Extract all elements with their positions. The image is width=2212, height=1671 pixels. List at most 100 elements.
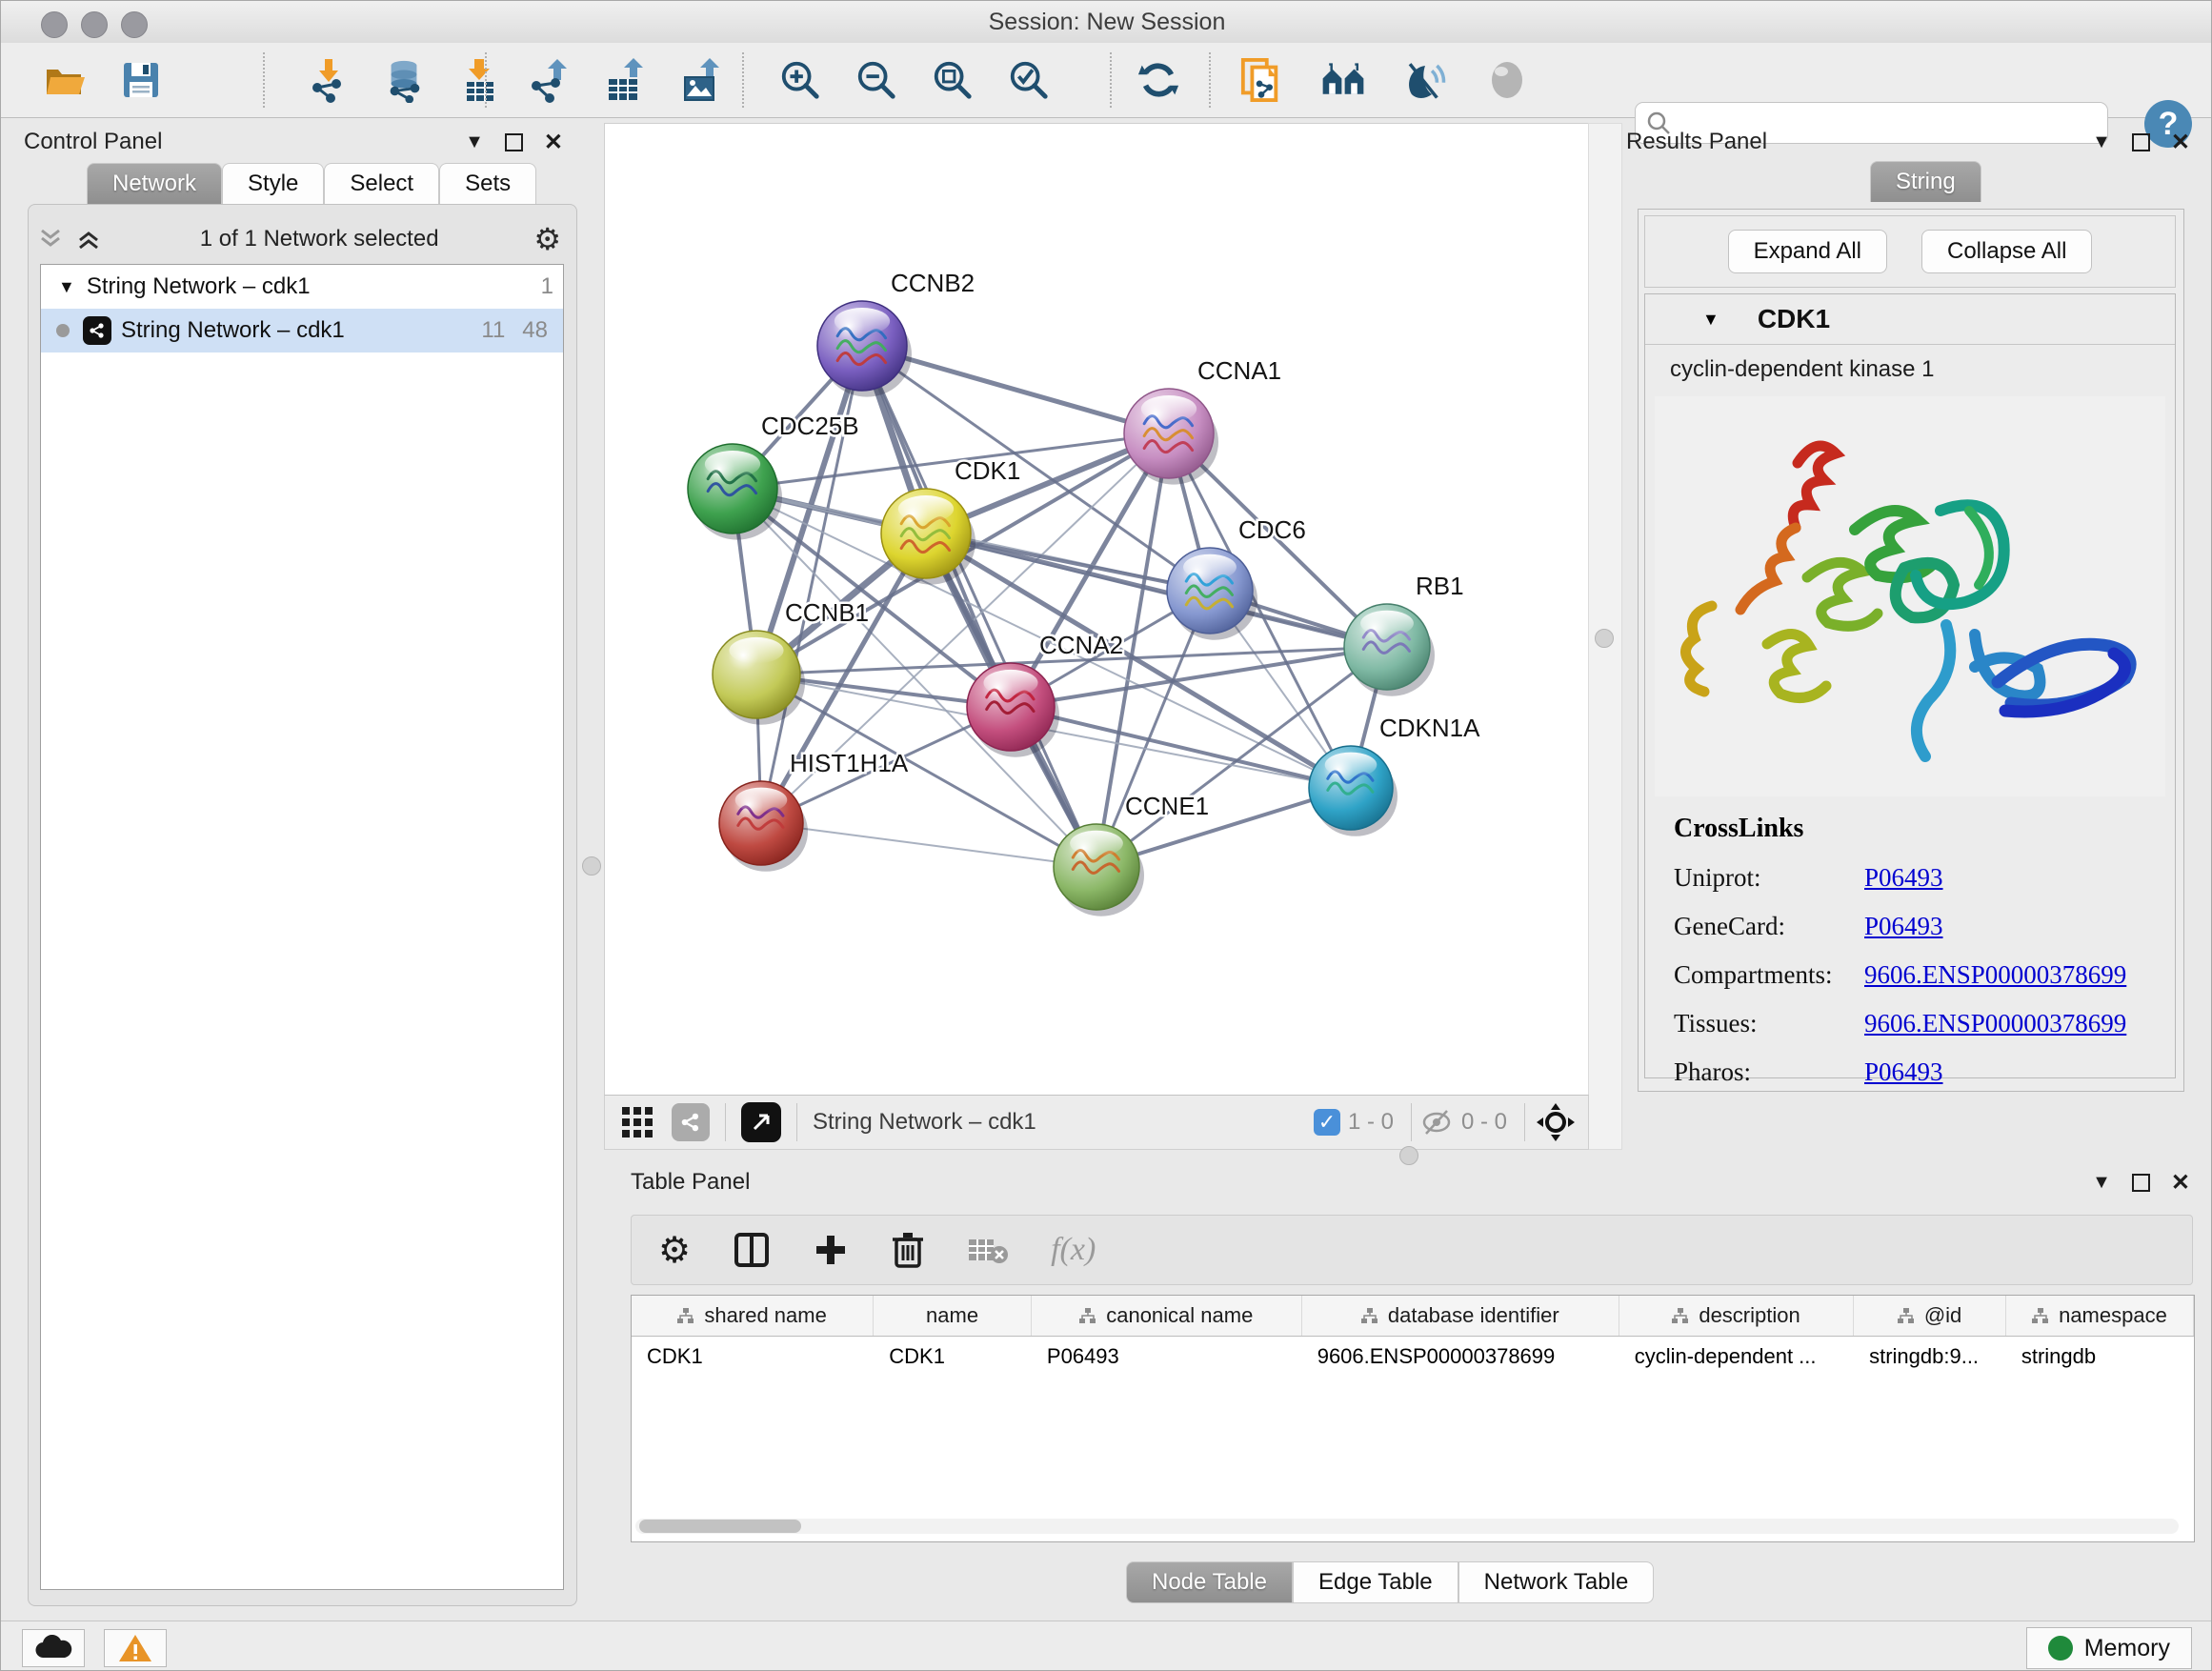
- network-node-CCNB1[interactable]: CCNB1: [713, 598, 869, 725]
- gene-expand-icon[interactable]: ▼: [1702, 310, 1719, 330]
- network-row-selected[interactable]: String Network – cdk1 11 48: [41, 309, 563, 352]
- network-node-CCNB2[interactable]: CCNB2: [817, 269, 975, 397]
- column-header-namespace[interactable]: namespace: [2006, 1296, 2194, 1336]
- collapse-all-icon[interactable]: [38, 227, 67, 252]
- selected-checkbox-icon[interactable]: ✓: [1314, 1109, 1340, 1136]
- crosslink-link[interactable]: P06493: [1864, 1057, 1943, 1087]
- crosslink-link[interactable]: P06493: [1864, 912, 1943, 941]
- network-edge[interactable]: [1011, 707, 1351, 788]
- table-panel-float-icon[interactable]: [2132, 1174, 2150, 1192]
- node-label: CDK1: [955, 456, 1020, 485]
- table-cell[interactable]: cyclin-dependent ...: [1619, 1337, 1854, 1377]
- open-session-button[interactable]: [43, 58, 87, 102]
- expand-all-icon[interactable]: [76, 227, 105, 252]
- warnings-button[interactable]: [104, 1629, 167, 1667]
- expand-all-button[interactable]: Expand All: [1728, 230, 1887, 273]
- splitter-handle[interactable]: [1595, 629, 1614, 648]
- table-panel: Table Panel ▼ ✕ ⚙: [604, 1161, 2212, 1617]
- table-cell[interactable]: stringdb: [2006, 1337, 2194, 1377]
- zoom-in-button[interactable]: [778, 58, 822, 102]
- network-node-CDK1[interactable]: CDK1: [881, 456, 1020, 585]
- open-in-window-icon[interactable]: [741, 1102, 781, 1142]
- crosslink-link[interactable]: P06493: [1864, 863, 1943, 893]
- tab-network-table[interactable]: Network Table: [1458, 1561, 1655, 1603]
- network-options-gear-icon[interactable]: ⚙: [533, 221, 561, 257]
- table-panel-menu-icon[interactable]: ▼: [2092, 1172, 2111, 1194]
- hide-selected-button[interactable]: [1403, 58, 1447, 102]
- delete-column-trash-icon[interactable]: [891, 1230, 925, 1270]
- add-column-icon[interactable]: [813, 1232, 849, 1268]
- vertical-splitter[interactable]: [1588, 123, 1622, 1150]
- table-hscrollbar[interactable]: [635, 1519, 2179, 1534]
- results-panel-close-icon[interactable]: ✕: [2171, 129, 2190, 156]
- network-collection-row[interactable]: ▼ String Network – cdk1 1: [41, 265, 563, 309]
- clone-network-button[interactable]: [1239, 58, 1283, 102]
- column-header--id[interactable]: @id: [1854, 1296, 2006, 1336]
- crosslink-link[interactable]: 9606.ENSP00000378699: [1864, 1009, 2126, 1038]
- column-header-canonical-name[interactable]: canonical name: [1032, 1296, 1302, 1336]
- control-panel-menu-icon[interactable]: ▼: [465, 131, 484, 153]
- zoom-out-button[interactable]: [855, 58, 898, 102]
- crosslink-link[interactable]: 9606.ENSP00000378699: [1864, 960, 2126, 990]
- save-session-button[interactable]: [119, 58, 163, 102]
- network-node-RB1[interactable]: RB1: [1344, 572, 1464, 696]
- table-panel-close-icon[interactable]: ✕: [2171, 1169, 2190, 1197]
- import-database-button[interactable]: [382, 58, 426, 102]
- zoom-fit-button[interactable]: [931, 58, 975, 102]
- tab-network[interactable]: Network: [87, 163, 222, 204]
- delete-table-icon[interactable]: [967, 1234, 1009, 1266]
- tab-select[interactable]: Select: [324, 163, 439, 204]
- network-view-share-icon[interactable]: [672, 1103, 710, 1141]
- network-canvas[interactable]: CCNB2CCNA1CDC25BCDK1CDC6RB1CCNB1CCNA2CDK…: [604, 123, 1589, 1097]
- export-image-button[interactable]: [679, 58, 723, 102]
- table-cell[interactable]: stringdb:9...: [1854, 1337, 2006, 1377]
- table-cell[interactable]: CDK1: [632, 1337, 874, 1377]
- grid-view-icon[interactable]: [620, 1105, 658, 1139]
- column-header-shared-name[interactable]: shared name: [632, 1296, 874, 1336]
- network-edge[interactable]: [862, 346, 1096, 867]
- panel-splitter-handle[interactable]: [582, 856, 601, 876]
- table-settings-gear-icon[interactable]: ⚙: [658, 1229, 691, 1272]
- network-edge[interactable]: [926, 534, 1387, 647]
- tab-node-table[interactable]: Node Table: [1126, 1561, 1293, 1603]
- network-node-CCNE1[interactable]: CCNE1: [1054, 792, 1209, 916]
- tab-sets[interactable]: Sets: [439, 163, 536, 204]
- table-row[interactable]: CDK1CDK1P064939606.ENSP00000378699cyclin…: [632, 1337, 2194, 1377]
- function-builder-button[interactable]: f(x): [1051, 1232, 1096, 1268]
- table-cell[interactable]: 9606.ENSP00000378699: [1302, 1337, 1619, 1377]
- import-table-button[interactable]: [458, 58, 502, 102]
- column-header-name[interactable]: name: [874, 1296, 1032, 1336]
- control-panel-close-icon[interactable]: ✕: [544, 129, 563, 156]
- results-panel-menu-icon[interactable]: ▼: [2092, 131, 2111, 153]
- control-panel-float-icon[interactable]: [505, 133, 523, 151]
- horizontal-splitter[interactable]: [604, 1148, 2212, 1161]
- network-node-HIST1H1A[interactable]: HIST1H1A: [719, 749, 909, 872]
- refresh-button[interactable]: [1136, 58, 1180, 102]
- tab-edge-table[interactable]: Edge Table: [1293, 1561, 1458, 1603]
- collapse-all-button[interactable]: Collapse All: [1921, 230, 2092, 273]
- network-edge[interactable]: [761, 823, 1096, 867]
- column-header-database-identifier[interactable]: database identifier: [1302, 1296, 1619, 1336]
- save-floppy-icon: [120, 59, 162, 101]
- table-panel-title: Table Panel: [631, 1169, 750, 1196]
- import-network-button[interactable]: [306, 58, 350, 102]
- results-panel-float-icon[interactable]: [2132, 133, 2150, 151]
- memory-button[interactable]: Memory: [2026, 1627, 2192, 1669]
- hscrollbar-thumb[interactable]: [639, 1520, 801, 1533]
- zoom-selected-button[interactable]: [1007, 58, 1051, 102]
- network-node-CDKN1A[interactable]: CDKN1A: [1309, 714, 1480, 836]
- table-cell[interactable]: CDK1: [874, 1337, 1032, 1377]
- show-all-button[interactable]: [1485, 58, 1529, 102]
- fit-content-crosshair-icon[interactable]: [1535, 1101, 1577, 1143]
- show-columns-icon[interactable]: [733, 1231, 771, 1269]
- network-node-CCNA1[interactable]: CCNA1: [1124, 356, 1281, 485]
- tab-style[interactable]: Style: [222, 163, 324, 204]
- export-network-button[interactable]: [527, 58, 571, 102]
- tab-string[interactable]: String: [1870, 161, 1981, 202]
- tree-expand-icon[interactable]: ▼: [58, 277, 75, 297]
- first-neighbors-button[interactable]: [1321, 58, 1365, 102]
- column-header-description[interactable]: description: [1619, 1296, 1854, 1336]
- cloud-button[interactable]: [22, 1629, 85, 1667]
- table-cell[interactable]: P06493: [1032, 1337, 1302, 1377]
- export-table-button[interactable]: [603, 58, 647, 102]
